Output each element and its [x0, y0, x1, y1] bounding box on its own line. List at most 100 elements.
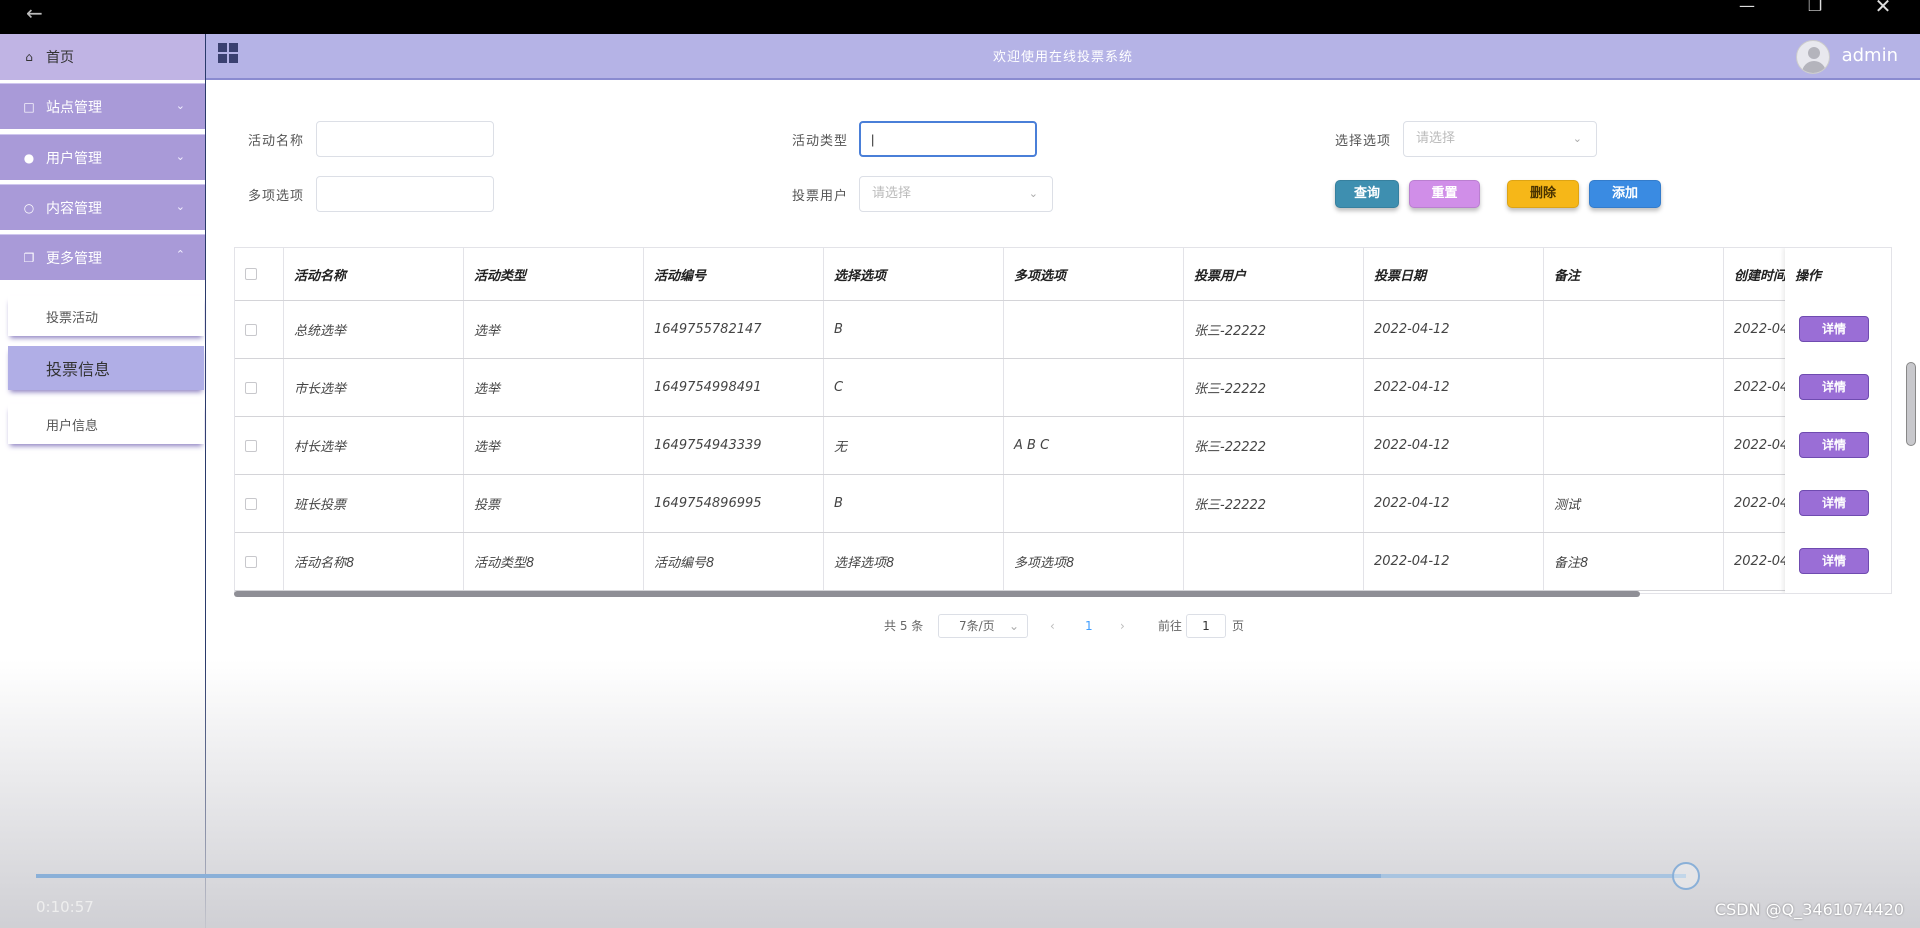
current-page[interactable]: 1: [1085, 614, 1093, 638]
row-select-cell: [235, 475, 284, 532]
sidebar-item-site-management[interactable]: □ 站点管理 ⌄: [0, 83, 205, 129]
monitor-icon: □: [23, 99, 35, 114]
choice-option-label: 选择选项: [1335, 134, 1392, 149]
sidebar-sub-item-vote-activity[interactable]: 投票活动: [8, 296, 204, 336]
column-header: 多项选项: [1004, 248, 1184, 300]
restore-icon[interactable]: ❐: [1792, 0, 1838, 14]
add-button[interactable]: 添加: [1589, 180, 1661, 208]
delete-button[interactable]: 删除: [1507, 180, 1579, 208]
row-checkbox[interactable]: [245, 555, 257, 568]
table-horizontal-scrollbar[interactable]: [234, 591, 1640, 597]
table-cell: 测试: [1544, 475, 1724, 532]
top-header: 欢迎使用在线投票系统 admin: [206, 34, 1920, 80]
sidebar-item-label: 首页: [46, 50, 74, 66]
column-header: 投票日期: [1364, 248, 1544, 300]
page-size-select[interactable]: 7条/页 ⌄: [938, 614, 1028, 638]
minimize-icon[interactable]: —: [1724, 0, 1770, 14]
table-cell: 1649754943339: [644, 417, 824, 474]
select-all-checkbox[interactable]: [245, 268, 257, 280]
watermark-text: CSDN @Q_3461074420: [1714, 900, 1904, 919]
page-vertical-scrollbar[interactable]: [1906, 362, 1916, 446]
row-select-cell: [235, 301, 284, 358]
table-cell: 活动名称8: [284, 533, 464, 590]
vote-user-label: 投票用户: [792, 189, 849, 204]
sidebar-item-label: 更多管理: [46, 250, 102, 267]
chevron-down-icon: ⌄: [175, 200, 185, 213]
avatar[interactable]: [1796, 40, 1830, 74]
chevron-down-icon: ⌄: [1028, 187, 1038, 200]
sidebar-item-home[interactable]: ⌂ 首页: [0, 34, 205, 80]
multi-option-label: 多项选项: [248, 189, 305, 204]
window-titlebar: ← — ❐ ✕: [0, 0, 1920, 34]
activity-name-label: 活动名称: [248, 134, 305, 149]
detail-button[interactable]: 详情: [1799, 316, 1869, 342]
query-button[interactable]: 查询: [1335, 180, 1399, 208]
detail-button[interactable]: 详情: [1799, 432, 1869, 458]
page-title: 欢迎使用在线投票系统: [992, 50, 1133, 65]
table-cell: 班长投票: [284, 475, 464, 532]
back-arrow-icon[interactable]: ←: [26, 3, 43, 23]
video-progress-bar[interactable]: [36, 874, 1686, 878]
video-time: 0:10:57: [36, 898, 94, 916]
detail-button[interactable]: 详情: [1799, 374, 1869, 400]
vote-user-select[interactable]: 请选择 ⌄: [859, 176, 1053, 212]
select-all-cell: [235, 248, 284, 300]
prev-page-icon[interactable]: ‹: [1050, 614, 1055, 638]
sidebar-item-label: 站点管理: [46, 99, 102, 116]
goto-page-input[interactable]: 1: [1186, 614, 1226, 638]
sidebar-item-more-management[interactable]: ❐ 更多管理 ⌃: [0, 234, 205, 280]
table-cell: 张三-22222: [1184, 301, 1364, 358]
chevron-down-icon: ⌄: [1572, 132, 1582, 145]
activity-name-input[interactable]: [316, 121, 494, 157]
table-cell: 活动编号8: [644, 533, 824, 590]
table-cell: 1649754896995: [644, 475, 824, 532]
row-select-cell: [235, 533, 284, 590]
table-cell: 市长选举: [284, 359, 464, 416]
pagination-total: 共 5 条: [884, 619, 924, 633]
choice-option-select[interactable]: 请选择 ⌄: [1403, 121, 1597, 157]
detail-button[interactable]: 详情: [1799, 548, 1869, 574]
table-cell: 选举: [464, 359, 644, 416]
table-cell: 2022-04-12: [1364, 533, 1544, 590]
table-cell: B: [824, 301, 1004, 358]
video-overlay-gradient: [0, 660, 1920, 928]
row-checkbox[interactable]: [245, 439, 257, 452]
table-cell: 备注8: [1544, 533, 1724, 590]
page-size-value: 7条/页: [959, 619, 995, 633]
username[interactable]: admin: [1842, 45, 1898, 66]
chevron-down-icon: ⌄: [175, 99, 185, 112]
row-checkbox[interactable]: [245, 497, 257, 510]
table-cell: 张三-22222: [1184, 359, 1364, 416]
table-header-row: 活动名称 活动类型 活动编号 选择选项 多项选项 投票用户 投票日期 备注 创建…: [235, 248, 1891, 301]
sidebar-item-label: 用户管理: [46, 150, 102, 167]
detail-button[interactable]: 详情: [1799, 490, 1869, 516]
activity-type-input[interactable]: [859, 121, 1037, 157]
chevron-up-icon: ⌃: [175, 248, 185, 261]
copy-icon: ❐: [23, 250, 35, 265]
table-cell: 2022-04-12: [1364, 417, 1544, 474]
row-checkbox[interactable]: [245, 323, 257, 336]
table-cell: 张三-22222: [1184, 417, 1364, 474]
reset-button[interactable]: 重置: [1409, 180, 1480, 208]
sidebar-item-label: 内容管理: [46, 200, 102, 217]
multi-option-input[interactable]: [316, 176, 494, 212]
table-row: 市长选举 选举 1649754998491 C 张三-22222 2022-04…: [235, 359, 1891, 417]
video-progress-knob[interactable]: [1672, 862, 1700, 890]
column-header: 操作: [1795, 269, 1822, 284]
table-cell: [1184, 533, 1364, 590]
sidebar-sub-item-user-info[interactable]: 用户信息: [8, 404, 204, 444]
sidebar-sub-item-vote-info[interactable]: 投票信息: [8, 346, 204, 390]
user-icon: ●: [23, 150, 35, 165]
row-checkbox[interactable]: [245, 381, 257, 394]
choice-option-placeholder: 请选择: [1416, 131, 1456, 146]
table-cell: 张三-22222: [1184, 475, 1364, 532]
close-icon[interactable]: ✕: [1860, 0, 1906, 16]
chevron-down-icon: ⌄: [1008, 619, 1019, 633]
operation-column: 操作 详情 详情 详情 详情 详情: [1785, 248, 1891, 593]
table-cell: [1544, 359, 1724, 416]
next-page-icon[interactable]: ›: [1120, 614, 1125, 638]
sidebar-item-content-management[interactable]: ○ 内容管理 ⌄: [0, 184, 205, 230]
sidebar-sub-item-label: 投票信息: [46, 360, 111, 379]
sidebar-item-user-management[interactable]: ● 用户管理 ⌄: [0, 134, 205, 180]
sidebar-sub-item-label: 投票活动: [46, 310, 99, 326]
